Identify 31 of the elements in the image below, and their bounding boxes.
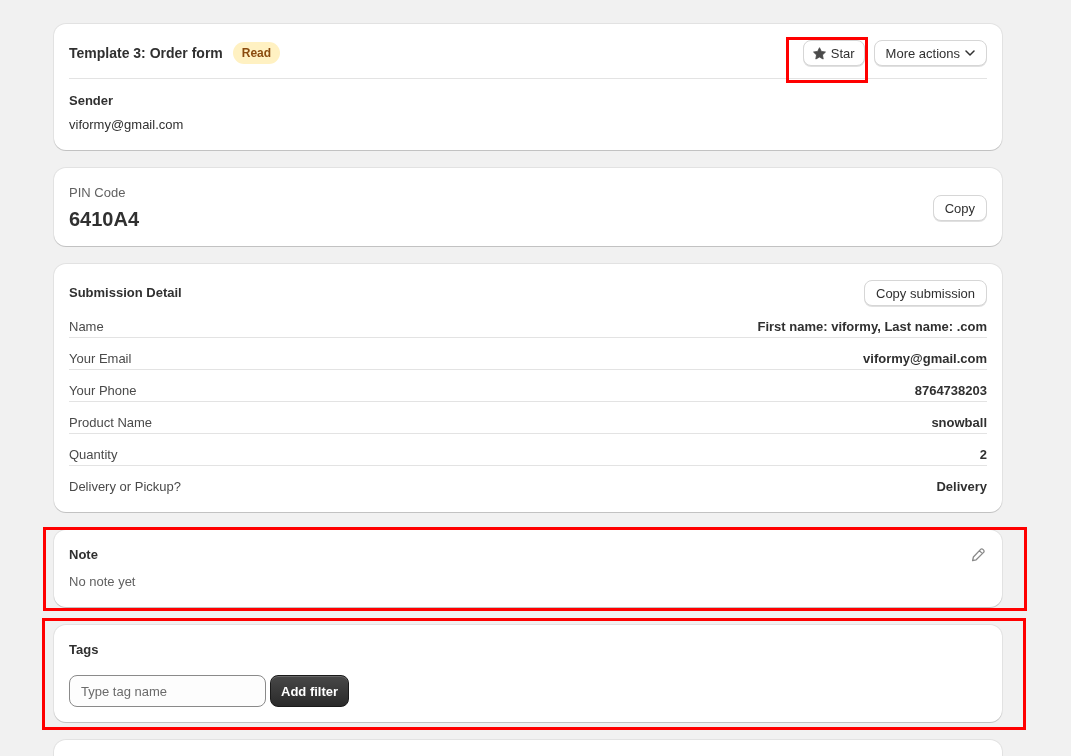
pin-code-value: 6410A4 — [69, 207, 140, 232]
field-value: snowball — [931, 414, 987, 432]
pencil-icon[interactable] — [971, 548, 985, 562]
pin-code-label: PIN Code — [69, 184, 127, 202]
note-text: No note yet — [69, 573, 137, 591]
chevron-down-icon — [965, 50, 975, 56]
add-filter-button[interactable]: Add filter — [270, 675, 350, 707]
submission-detail-title: Submission Detail — [69, 284, 182, 302]
sender-label: Sender — [69, 92, 115, 110]
field-value: 2 — [979, 446, 987, 464]
field-value: Delivery — [936, 478, 987, 496]
status-badge: Read — [232, 42, 281, 64]
star-button[interactable]: Star — [802, 40, 865, 66]
form-title: Template 3: Order form — [69, 44, 223, 62]
star-icon — [812, 46, 826, 60]
field-value: viformy@gmail.com — [863, 350, 987, 368]
field-label: Product Name — [69, 414, 153, 432]
note-title: Note — [69, 546, 98, 564]
copy-submission-button[interactable]: Copy submission — [864, 280, 987, 306]
field-value: First name: viformy, Last name: .com — [757, 318, 987, 336]
field-label: Name — [69, 318, 104, 336]
field-label: Your Email — [69, 350, 132, 368]
field-value: 8764738203 — [914, 382, 987, 400]
field-label: Your Phone — [69, 382, 137, 400]
more-actions-button[interactable]: More actions — [873, 40, 987, 66]
field-label: Delivery or Pickup? — [69, 478, 181, 496]
tag-name-input[interactable]: Type tag name — [69, 675, 266, 707]
sender-email: viformy@gmail.com — [69, 116, 185, 134]
field-label: Quantity — [69, 446, 118, 464]
copy-button[interactable]: Copy — [932, 195, 987, 221]
tags-title: Tags — [69, 641, 100, 659]
